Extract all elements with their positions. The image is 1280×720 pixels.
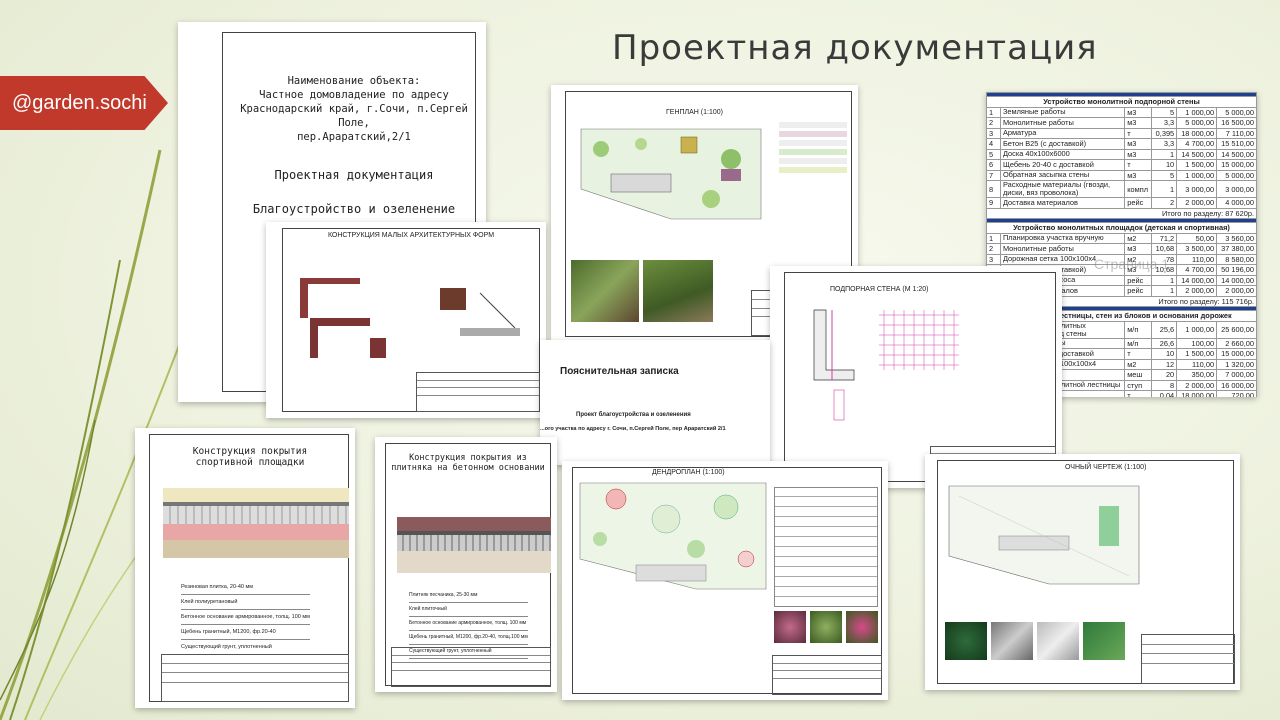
layer-soil <box>163 540 349 558</box>
sport-layer-list: Резиновая плитка, 20-40 мм Клей полиурета… <box>181 580 310 655</box>
maf-drawing <box>300 278 520 358</box>
genplan-photo-1 <box>571 260 639 322</box>
cover-doc-subtitle: Благоустройство и озеленение <box>252 202 456 216</box>
maf-title: КОНСТРУКЦИЯ МАЛЫХ АРХИТЕКТУРНЫХ ФОРМ <box>327 232 495 239</box>
layout-plan-title: ОЧНЫЙ ЧЕРТЕЖ (1:100) <box>1065 464 1147 471</box>
sport-surface-sheet[interactable]: Конструкция покрытия спортивной площадки… <box>135 428 355 708</box>
surface-photo-4 <box>1083 622 1125 660</box>
estimate-row: 7 Обратная засыпка стены м3 5 1 000,00 5 000,… <box>986 169 1257 181</box>
cover-object-line2: Частное домовладение по адресу <box>259 89 449 101</box>
dendro-legend-table <box>774 487 878 607</box>
estimate-row: 2 Монолитные работы м3 3,3 5 000,00 16 500,00 <box>986 117 1257 129</box>
retaining-wall-title: ПОДПОРНАЯ СТЕНА (М 1:20) <box>830 286 929 293</box>
estimate-row: 2 Монолитные работы м3 10,68 3 500,00 37 380,… <box>986 243 1257 255</box>
cover-object-line4: пер.Араратский,2/1 <box>297 131 411 143</box>
dendroplan-sheet[interactable]: ДЕНДРОПЛАН (1:100) <box>562 461 888 700</box>
plant-photo-1 <box>774 611 806 643</box>
estimate-row: 1 Планировка участка вручную м2 71,2 50,00 3 … <box>986 232 1257 244</box>
title-block <box>391 647 551 687</box>
estimate-watermark: Страница 1 <box>1094 256 1170 272</box>
layout-plan-sheet[interactable]: ОЧНЫЙ ЧЕРТЕЖ (1:100) <box>925 454 1240 690</box>
layout-plan-drawing <box>948 485 1140 585</box>
layer-label: Бетонное основание армированное, толщ. 1… <box>181 610 310 625</box>
cover-doc-title: Проектная документация <box>274 168 434 182</box>
title-block <box>1141 634 1235 684</box>
explan-line1: Проект благоустройства и озеленения <box>576 412 691 418</box>
retaining-wall-drawing <box>813 309 959 421</box>
layer-label: Резиновая плитка, 20-40 мм <box>181 580 310 595</box>
surface-photo-2 <box>991 622 1033 660</box>
layer-label: Существующий грунт, уплотненный <box>181 640 310 655</box>
layer-label: Щебень гранитный, М1200, фр.20-40 <box>181 625 310 640</box>
estimate-row: 4 Бетон В25 (с доставкой) м3 3,3 4 700,00 15 … <box>986 138 1257 150</box>
estimate-row: 6 Щебень 20-40 с доставкой т 10 1 500,00 15 0… <box>986 159 1257 171</box>
layer-label: Клей плиточный <box>409 603 528 617</box>
estimate-section-header: Устройство монолитных площадок (детская … <box>986 222 1257 234</box>
layer-gravel <box>397 535 551 551</box>
slide-title: Проектная документация <box>612 28 1098 68</box>
cover-object-line1: Наименование объекта: <box>287 75 421 87</box>
explan-title: Пояснительная записка <box>560 366 679 377</box>
estimate-row: 8 Расходные материалы (гвозди, диски, вяз… <box>986 180 1257 198</box>
layer-label: Клей полиуретановый <box>181 595 310 610</box>
tile-surface-sheet[interactable]: Конструкция покрытия из плитняка на бето… <box>375 437 557 692</box>
estimate-row: 9 Доставка материалов рейс 2 2 000,00 4 000,0… <box>986 197 1257 209</box>
title-block <box>416 372 540 412</box>
layer-soil <box>397 551 551 573</box>
surface-photo-3 <box>1037 622 1079 660</box>
estimate-row: 1 Земляные работы м3 5 1 000,00 5 000,00 <box>986 106 1257 118</box>
layer-flagstone <box>397 517 551 531</box>
brand-tag[interactable]: @garden.sochi <box>0 76 168 130</box>
dendroplan-title: ДЕНДРОПЛАН (1:100) <box>652 469 725 476</box>
title-block <box>161 654 349 702</box>
tile-title: Конструкция покрытия из плитняка на бето… <box>391 453 545 473</box>
estimate-row: 5 Доска 40х100х6000 м3 1 14 500,00 14 500,00 <box>986 148 1257 160</box>
layer-label: Плитняк песчаника, 25-30 мм <box>409 589 528 603</box>
layer-label: Бетонное основание армированное, толщ. 1… <box>409 617 528 631</box>
estimate-row: 3 Арматура т 0,395 18 000,00 7 110,00 <box>986 127 1257 139</box>
sport-title: Конструкция покрытия спортивной площадки <box>192 446 308 468</box>
estimate-section-total: Итого по разделу: 87 620р. <box>986 207 1257 219</box>
layer-rubber <box>163 488 349 502</box>
title-block <box>772 655 882 695</box>
plant-photo-3 <box>846 611 878 643</box>
explanatory-note-sheet[interactable]: Пояснительная записка Проект благоустрой… <box>540 340 770 465</box>
layer-label: Щебень гранитный, М1200, фр.20-40, толщ.… <box>409 631 528 645</box>
dendroplan-drawing <box>579 482 767 590</box>
explan-line2: ...ого участка по адресу г. Сочи, п.Серг… <box>540 426 726 432</box>
genplan-title: ГЕНПЛАН (1:100) <box>666 109 723 116</box>
layer-gravel <box>163 506 349 524</box>
maf-sheet[interactable]: КОНСТРУКЦИЯ МАЛЫХ АРХИТЕКТУРНЫХ ФОРМ <box>266 222 546 418</box>
cover-object-line3: Краснодарский край, г.Сочи, п.Сергей Пол… <box>240 103 468 129</box>
surface-photo-1 <box>945 622 987 660</box>
estimate-section-header: Устройство монолитной подпорной стены <box>986 96 1257 108</box>
genplan-photo-2 <box>643 260 713 322</box>
plant-photo-2 <box>810 611 842 643</box>
layer-concrete <box>163 524 349 540</box>
genplan-drawing <box>580 128 762 220</box>
